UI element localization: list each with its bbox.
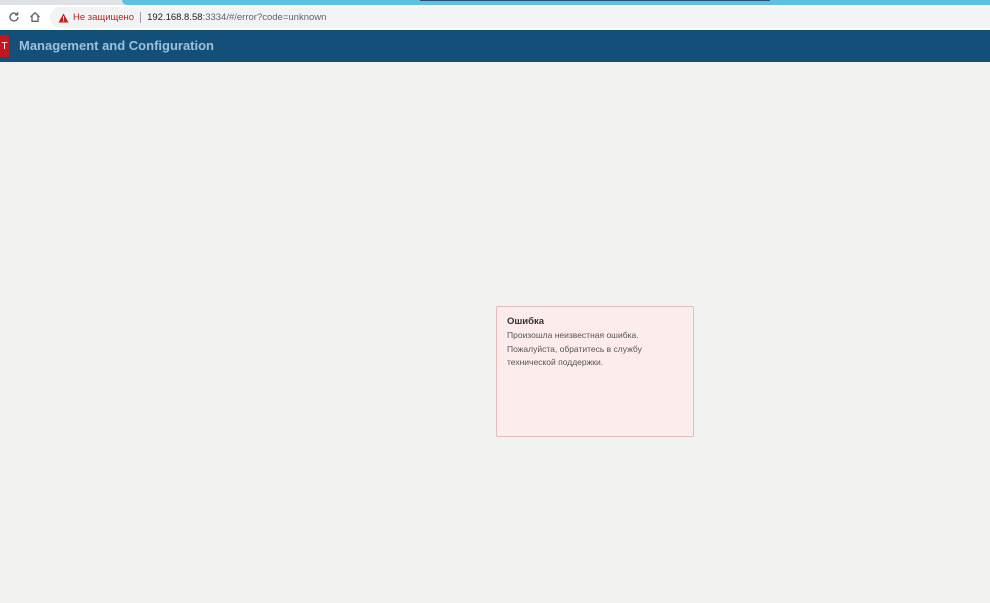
error-card: Ошибка Произошла неизвестная ошибка. Пож… — [496, 306, 694, 437]
url-path: :3334/#/error?code=unknown — [202, 12, 327, 23]
app-header: T Management and Configuration — [0, 30, 990, 62]
app-logo-letter: T — [1, 40, 8, 52]
not-secure-label[interactable]: Не защищено — [73, 12, 134, 23]
app-title: Management and Configuration — [19, 38, 214, 53]
url-text[interactable]: 192.168.8.58:3334/#/error?code=unknown — [147, 12, 326, 23]
home-icon[interactable] — [27, 9, 43, 25]
browser-tab-edge — [420, 0, 770, 1]
error-title: Ошибка — [507, 316, 545, 327]
address-bar[interactable]: Не защищено 192.168.8.58:3334/#/error?co… — [50, 7, 990, 28]
warning-icon[interactable] — [58, 13, 69, 23]
app-logo[interactable]: T — [0, 35, 9, 57]
url-host: 192.168.8.58 — [147, 12, 203, 23]
browser-toolbar: Не защищено 192.168.8.58:3334/#/error?co… — [0, 5, 990, 31]
error-message: Произошла неизвестная ошибка. Пожалуйста… — [507, 330, 642, 367]
reload-icon[interactable] — [6, 9, 22, 25]
address-separator — [140, 12, 142, 23]
